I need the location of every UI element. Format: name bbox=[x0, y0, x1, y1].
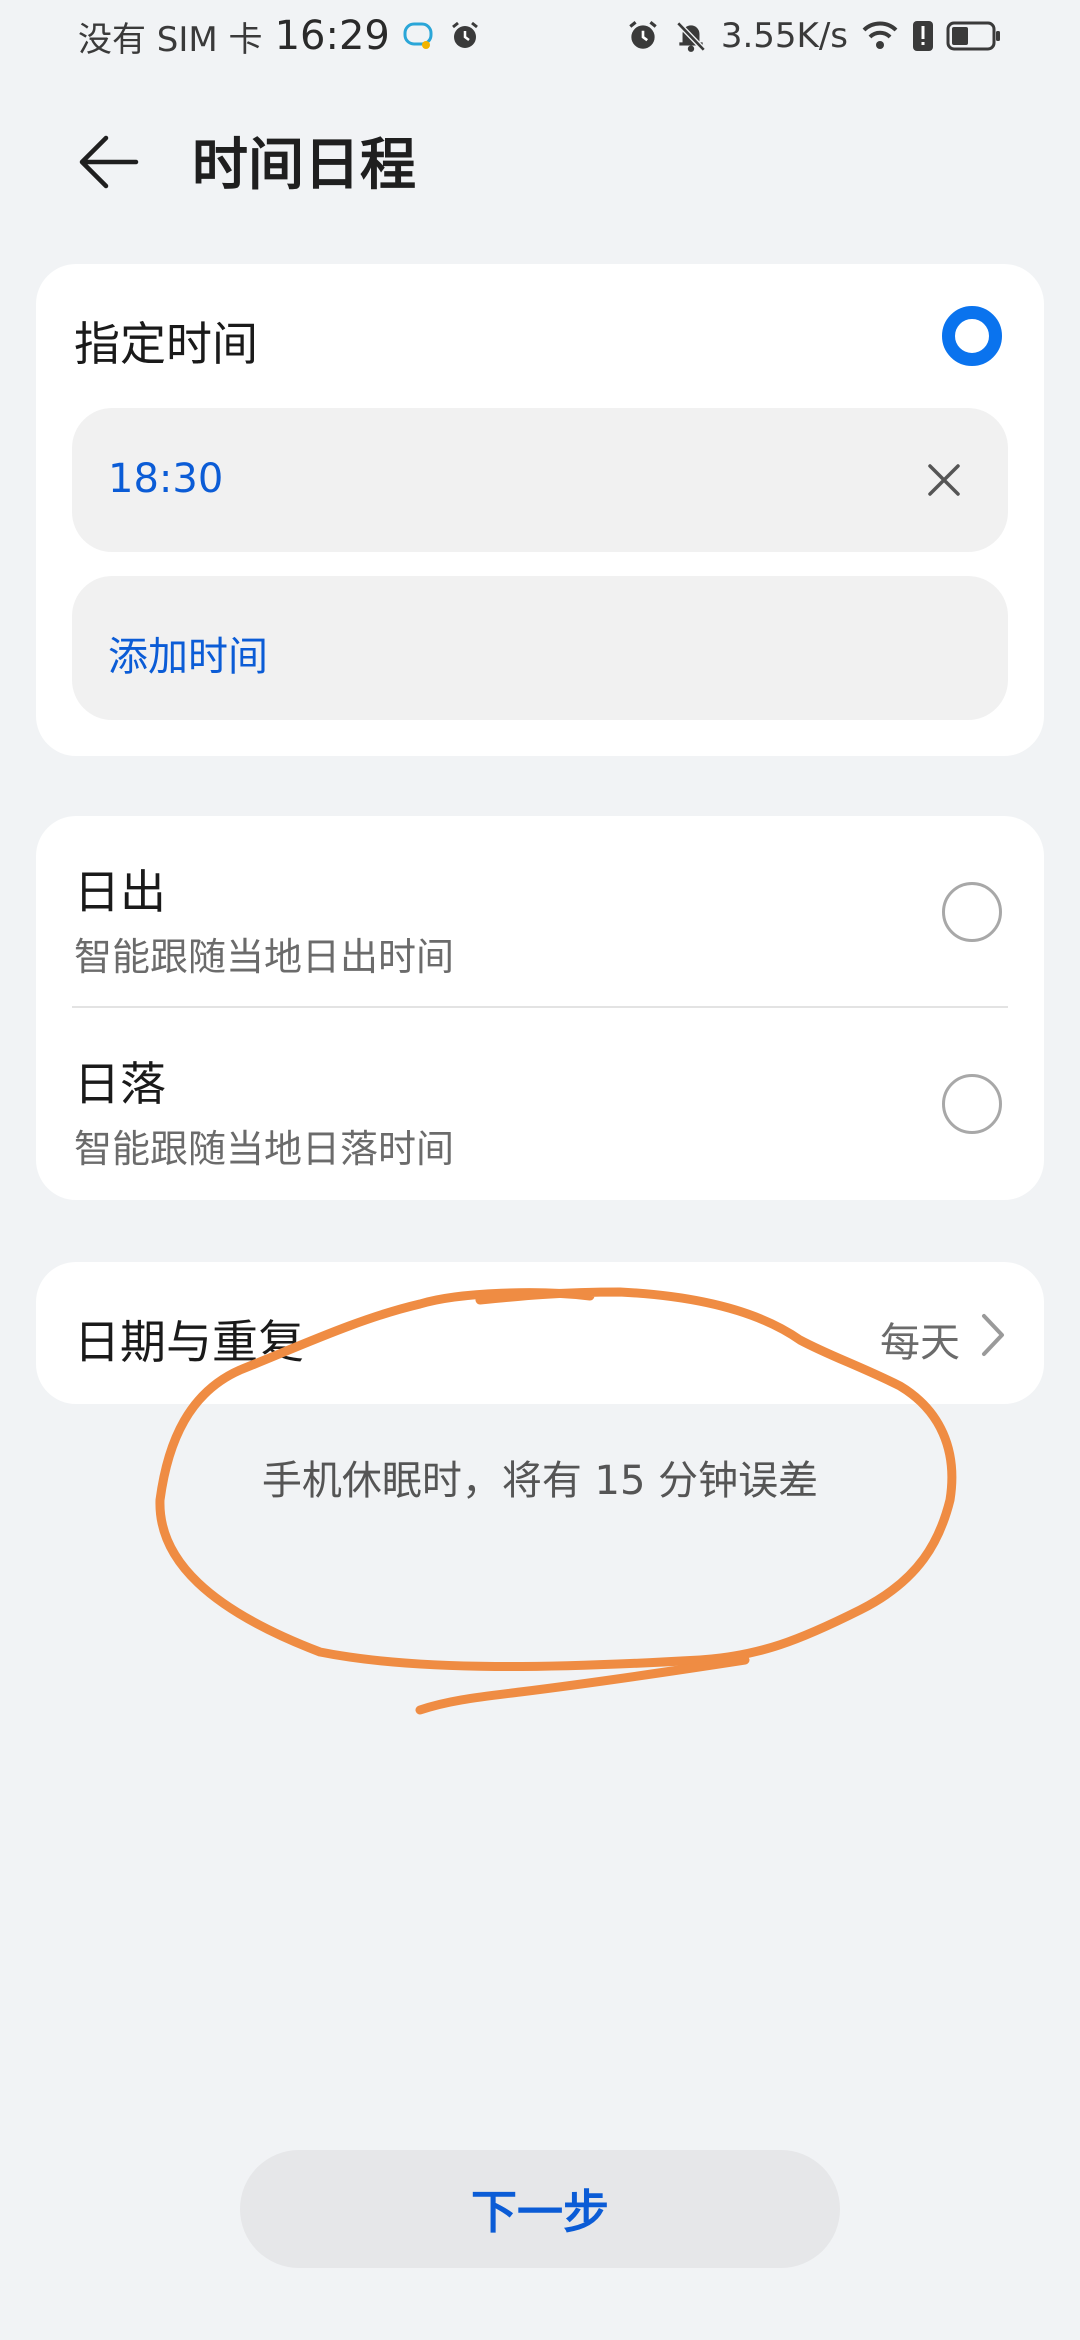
status-bar: 没有 SIM 卡 16:29 3.55K/s bbox=[0, 0, 1080, 72]
carrier-text: 没有 SIM 卡 bbox=[78, 19, 263, 60]
specified-time-card: 指定时间 18:30 添加时间 bbox=[36, 264, 1044, 756]
net-speed-text: 3.55K/s bbox=[720, 16, 848, 56]
sunset-subtitle: 智能跟随当地日落时间 bbox=[74, 1127, 455, 1171]
specified-time-radio[interactable] bbox=[942, 306, 1002, 366]
status-bar-right: 3.55K/s bbox=[625, 16, 1002, 56]
sunset-row[interactable]: 日落 智能跟随当地日落时间 bbox=[36, 1008, 1044, 1200]
chat-notification-icon bbox=[402, 19, 436, 53]
alarm-icon bbox=[448, 19, 482, 53]
alert-icon bbox=[912, 19, 934, 53]
close-icon bbox=[928, 464, 960, 496]
sunset-radio[interactable] bbox=[942, 1074, 1002, 1134]
sunrise-radio[interactable] bbox=[942, 882, 1002, 942]
time-value: 18:30 bbox=[108, 456, 224, 502]
remove-time-button[interactable] bbox=[916, 452, 972, 508]
next-step-button[interactable]: 下一步 bbox=[240, 2150, 840, 2268]
back-arrow-icon bbox=[79, 135, 139, 189]
date-repeat-value: 每天 bbox=[880, 1320, 960, 1366]
sunset-title: 日落 bbox=[74, 1057, 166, 1111]
sun-options-card: 日出 智能跟随当地日出时间 日落 智能跟随当地日落时间 bbox=[36, 816, 1044, 1200]
sleep-error-hint: 手机休眠时，将有 15 分钟误差 bbox=[261, 1458, 819, 1504]
time-item[interactable]: 18:30 bbox=[72, 408, 1008, 552]
date-repeat-title: 日期与重复 bbox=[74, 1315, 304, 1369]
chevron-right-icon bbox=[982, 1314, 1004, 1356]
wifi-icon bbox=[860, 19, 900, 53]
sunrise-title: 日出 bbox=[74, 865, 166, 919]
back-button[interactable] bbox=[70, 124, 146, 200]
screen: 没有 SIM 卡 16:29 3.55K/s 时间日程 指定时间 18:30 添… bbox=[0, 0, 1080, 2340]
page-title: 时间日程 bbox=[192, 133, 416, 198]
sunrise-subtitle: 智能跟随当地日出时间 bbox=[74, 935, 455, 979]
sunrise-row[interactable]: 日出 智能跟随当地日出时间 bbox=[36, 816, 1044, 1006]
alarm-icon bbox=[625, 18, 661, 54]
status-bar-left: 没有 SIM 卡 16:29 bbox=[78, 12, 482, 61]
battery-icon bbox=[946, 20, 1002, 52]
add-time-button[interactable]: 添加时间 bbox=[72, 576, 1008, 720]
header: 时间日程 bbox=[0, 108, 1080, 208]
clock-text: 16:29 bbox=[274, 13, 390, 59]
date-repeat-row[interactable]: 日期与重复 每天 bbox=[36, 1262, 1044, 1404]
mute-icon bbox=[673, 18, 709, 54]
add-time-label: 添加时间 bbox=[108, 634, 268, 680]
specified-time-title: 指定时间 bbox=[74, 317, 258, 371]
